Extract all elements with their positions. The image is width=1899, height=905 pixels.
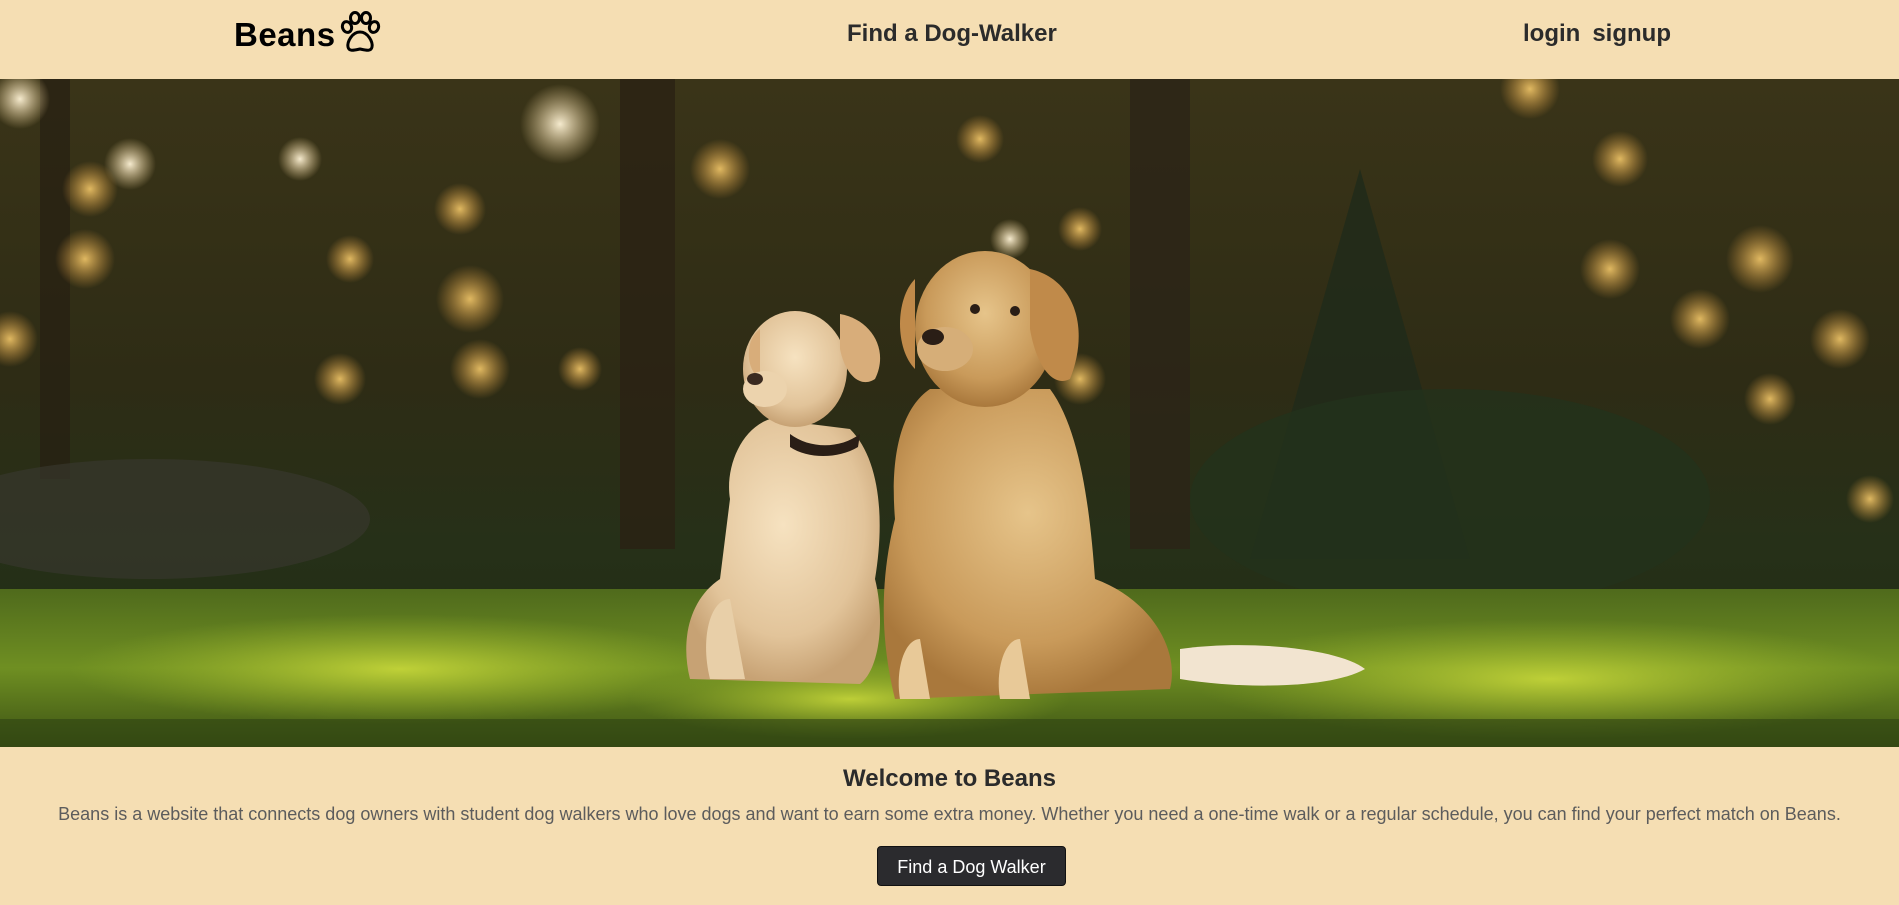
login-link[interactable]: login [1523, 20, 1580, 48]
brand-name: Beans [234, 16, 336, 53]
welcome-title: Welcome to Beans [843, 765, 1056, 792]
paw-icon [340, 11, 380, 52]
hero-image [0, 79, 1899, 747]
auth-links: login signup [1523, 20, 1671, 48]
navbar: Beans Find a Dog-Walker login signup [0, 0, 1899, 79]
find-dog-walker-link[interactable]: Find a Dog-Walker [847, 20, 1057, 48]
welcome-section: Welcome to Beans Beans is a website that… [0, 747, 1899, 905]
signup-link[interactable]: signup [1592, 20, 1671, 48]
hero-dogs-photo [0, 79, 1899, 747]
welcome-description: Beans is a website that connects dog own… [58, 804, 1841, 824]
brand-logo[interactable]: Beans [234, 11, 383, 56]
find-dog-walker-button[interactable]: Find a Dog Walker [877, 846, 1066, 886]
